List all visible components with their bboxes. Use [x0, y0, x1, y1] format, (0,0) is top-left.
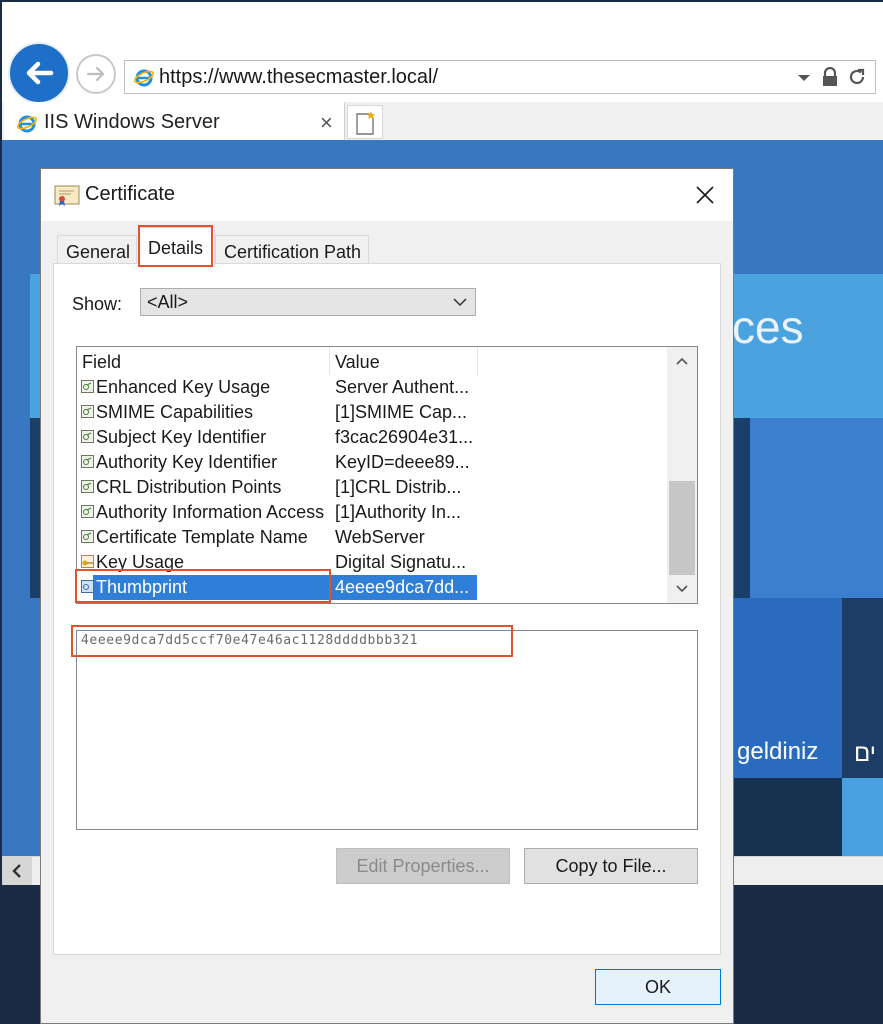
- row-value: f3cac26904e31...: [335, 427, 474, 447]
- row-field: Authority Key Identifier: [96, 452, 278, 472]
- list-header: Field Value: [77, 347, 697, 375]
- show-dropdown[interactable]: <All>: [140, 288, 476, 316]
- details-panel: Show: <All> Field Value Enhanced Key Usa…: [53, 263, 721, 955]
- arrow-right-icon: [86, 66, 105, 82]
- row-value: [1]SMIME Cap...: [335, 402, 468, 422]
- chevron-up-icon: [676, 357, 688, 365]
- tab-title: IIS Windows Server: [44, 111, 220, 133]
- arrow-left-icon: [26, 61, 54, 85]
- welcome-tile: [750, 418, 883, 598]
- copy-to-file-button[interactable]: Copy to File...: [524, 848, 698, 884]
- certificate-field-icon: [81, 455, 94, 468]
- thumbprint-value-highlight: [71, 625, 513, 657]
- certificate-field-icon: [81, 405, 94, 418]
- list-item[interactable]: Authority Information Access [1]Authorit…: [77, 500, 667, 525]
- row-field: Subject Key Identifier: [96, 427, 267, 447]
- row-value: Server Authent...: [335, 377, 470, 397]
- dialog-title-bar: Certificate: [41, 169, 733, 221]
- row-field: Certificate Template Name: [96, 527, 308, 547]
- certificate-field-icon: [81, 480, 94, 493]
- ie-logo-icon: [133, 69, 155, 87]
- chevron-down-icon[interactable]: [797, 73, 811, 83]
- banner-text: ces: [732, 301, 804, 353]
- column-header-field[interactable]: Field: [82, 352, 121, 373]
- field-list[interactable]: Field Value Enhanced Key Usage Server Au…: [76, 346, 698, 604]
- scroll-down-button[interactable]: [667, 577, 697, 601]
- row-value: WebServer: [335, 527, 425, 547]
- list-item[interactable]: SMIME Capabilities [1]SMIME Cap...: [77, 400, 667, 425]
- row-value: Digital Signatu...: [335, 552, 467, 572]
- thumbprint-row-highlight: [75, 569, 331, 603]
- key-usage-icon: [81, 555, 94, 568]
- column-header-value[interactable]: Value: [335, 352, 380, 373]
- new-tab-icon: [356, 111, 375, 135]
- scroll-up-button[interactable]: [667, 349, 697, 373]
- dialog-title: Certificate: [85, 183, 176, 205]
- certificate-field-icon: [81, 530, 94, 543]
- field-value-textbox[interactable]: 4eeee9dca7dd5ccf70e47e46ac1128ddddbbb321: [76, 630, 698, 830]
- list-item[interactable]: CRL Distribution Points [1]CRL Distrib..…: [77, 475, 667, 500]
- row-value: KeyID=deee89...: [335, 452, 470, 472]
- forward-button[interactable]: [76, 54, 116, 94]
- chevron-down-icon: [676, 585, 688, 593]
- row-field: SMIME Capabilities: [96, 402, 254, 422]
- certificate-dialog: Certificate General Details Certificatio…: [40, 168, 734, 1024]
- welcome-tile: [842, 778, 883, 856]
- list-item[interactable]: Enhanced Key Usage Server Authent...: [77, 375, 667, 400]
- new-tab-button[interactable]: [347, 105, 383, 139]
- url-text[interactable]: https://www.thesecmaster.local/: [159, 66, 438, 89]
- ie-logo-icon: [16, 115, 38, 133]
- certificate-field-icon: [81, 380, 94, 393]
- edit-properties-button[interactable]: Edit Properties...: [336, 848, 510, 884]
- navigation-bar: https://www.thesecmaster.local/: [2, 2, 883, 104]
- column-divider[interactable]: [477, 347, 478, 375]
- close-icon: [696, 186, 714, 204]
- chevron-left-icon: [12, 864, 21, 878]
- list-item[interactable]: Subject Key Identifier f3cac26904e31...: [77, 425, 667, 450]
- details-tab-highlight: [138, 225, 213, 267]
- ok-button[interactable]: OK: [595, 969, 721, 1005]
- row-value: [1]Authority In...: [335, 502, 462, 522]
- row-field: Enhanced Key Usage: [96, 377, 271, 397]
- close-button[interactable]: [687, 179, 723, 211]
- row-field: CRL Distribution Points: [96, 477, 282, 497]
- certificate-field-icon: [81, 430, 94, 443]
- row-value: 4eeee9dca7dd...: [335, 577, 470, 597]
- welcome-text-turkish: geldiniz: [737, 738, 819, 765]
- column-divider[interactable]: [329, 347, 330, 375]
- scroll-thumb[interactable]: [669, 481, 695, 575]
- refresh-icon[interactable]: [847, 67, 867, 87]
- list-item[interactable]: Certificate Template Name WebServer: [77, 525, 667, 550]
- row-value: [1]CRL Distrib...: [335, 477, 462, 497]
- scroll-left-button[interactable]: [2, 857, 32, 885]
- welcome-tile: [732, 778, 842, 856]
- lock-icon[interactable]: [821, 67, 839, 87]
- browser-tab[interactable]: IIS Windows Server ×: [4, 102, 345, 142]
- certificate-field-icon: [81, 505, 94, 518]
- address-bar[interactable]: https://www.thesecmaster.local/: [124, 60, 876, 94]
- browser-tab-strip: IIS Windows Server ×: [2, 102, 883, 142]
- chevron-down-icon: [453, 298, 467, 307]
- row-field: Authority Information Access: [96, 502, 325, 522]
- certificate-icon: [54, 185, 80, 206]
- show-dropdown-value: <All>: [147, 292, 189, 312]
- back-button[interactable]: [8, 42, 70, 104]
- vertical-scrollbar[interactable]: [667, 347, 697, 603]
- list-item[interactable]: Authority Key Identifier KeyID=deee89...: [77, 450, 667, 475]
- show-label: Show:: [72, 294, 123, 314]
- close-tab-icon[interactable]: ×: [320, 110, 333, 136]
- list-rows: Enhanced Key Usage Server Authent... SMI…: [77, 375, 667, 600]
- welcome-text-hebrew: ים: [854, 740, 877, 767]
